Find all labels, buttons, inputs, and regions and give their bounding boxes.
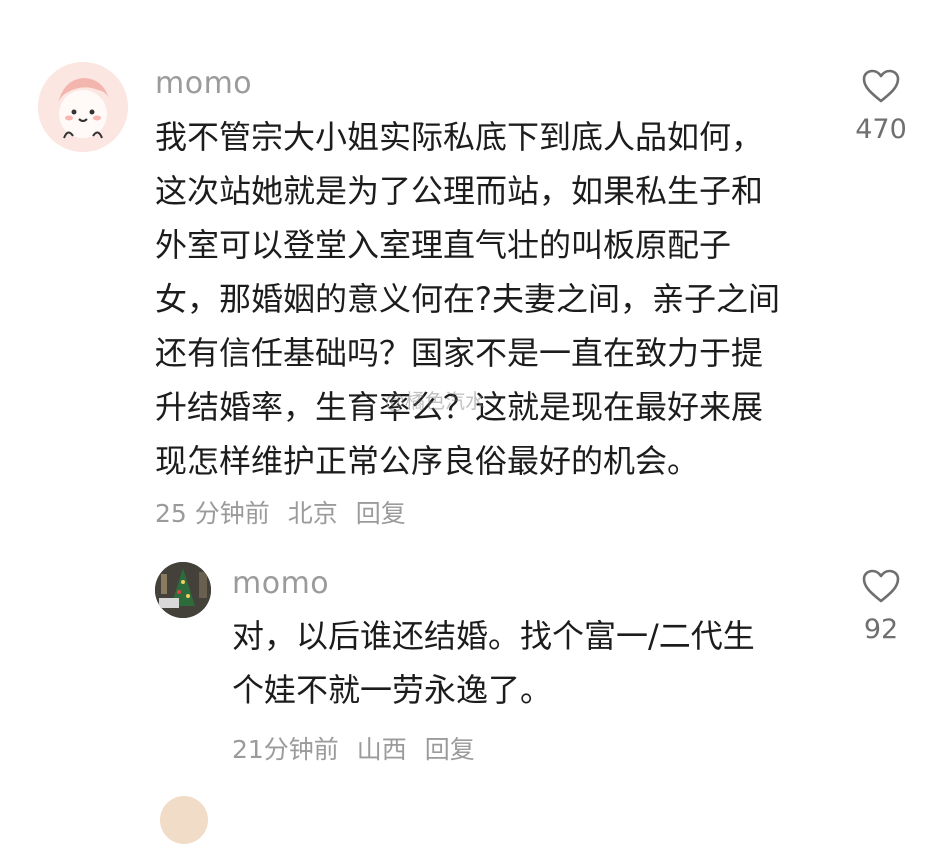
like-button[interactable]: 92 xyxy=(841,568,921,645)
comment-meta: 21分钟前 山西 回复 xyxy=(232,730,485,766)
like-count: 470 xyxy=(855,114,907,145)
comment-line: 还有信任基础吗？国家不是一直在致力于提 xyxy=(155,334,764,372)
comment-line: 个娃不就一劳永逸了。 xyxy=(232,671,553,709)
heart-outline-icon xyxy=(862,569,900,603)
like-count: 92 xyxy=(863,614,899,645)
avatar-photo-icon xyxy=(155,562,211,618)
heart-outline-icon xyxy=(862,69,900,103)
comment-line: 这次站她就是为了公理而站，如果私生子和 xyxy=(155,172,764,210)
cartoon-face-icon xyxy=(38,62,128,152)
comment-line: 升结婚率，生育率么？这就是现在最好来展 xyxy=(155,388,764,426)
reply-button[interactable]: 回复 xyxy=(356,499,406,528)
comment-meta: 25 分钟前 北京 回复 xyxy=(155,494,416,530)
location: 山西 xyxy=(356,735,407,764)
comment-line: 我不管宗大小姐实际私底下到底人品如何， xyxy=(155,118,764,156)
comment-text: 对，以后谁还结婚。找个富一/二代生 个娃不就一劳永逸了。 xyxy=(232,609,755,717)
avatar-cartoon[interactable] xyxy=(38,62,128,152)
avatar-next[interactable] xyxy=(160,796,208,844)
timestamp: 25 分钟前 xyxy=(155,499,270,528)
comment-2: momo 对，以后谁还结婚。找个富一/二代生 个娃不就一劳永逸了。 21分钟前 … xyxy=(0,540,943,802)
comment-line: 女，那婚姻的意义何在?夫妻之间，亲子之间 xyxy=(155,280,780,318)
reply-button[interactable]: 回复 xyxy=(425,735,475,764)
comment-line: 现怎样维护正常公序良俗最好的机会。 xyxy=(155,442,700,480)
avatar-photo[interactable] xyxy=(155,562,211,618)
timestamp: 21分钟前 xyxy=(232,735,339,764)
comment-line: 对，以后谁还结婚。找个富一/二代生 xyxy=(232,617,755,655)
comment-line: 外室可以登堂入室理直气壮的叫板原配子 xyxy=(155,226,732,264)
username[interactable]: momo xyxy=(155,66,252,101)
username[interactable]: momo xyxy=(232,566,329,601)
comment-1: momo 我不管宗大小姐实际私底下到底人品如何， 这次站她就是为了公理而站，如果… xyxy=(0,0,943,540)
like-button[interactable]: 470 xyxy=(841,68,921,145)
location: 北京 xyxy=(287,499,338,528)
comment-text: 我不管宗大小姐实际私底下到底人品如何， 这次站她就是为了公理而站，如果私生子和 … xyxy=(155,110,780,488)
